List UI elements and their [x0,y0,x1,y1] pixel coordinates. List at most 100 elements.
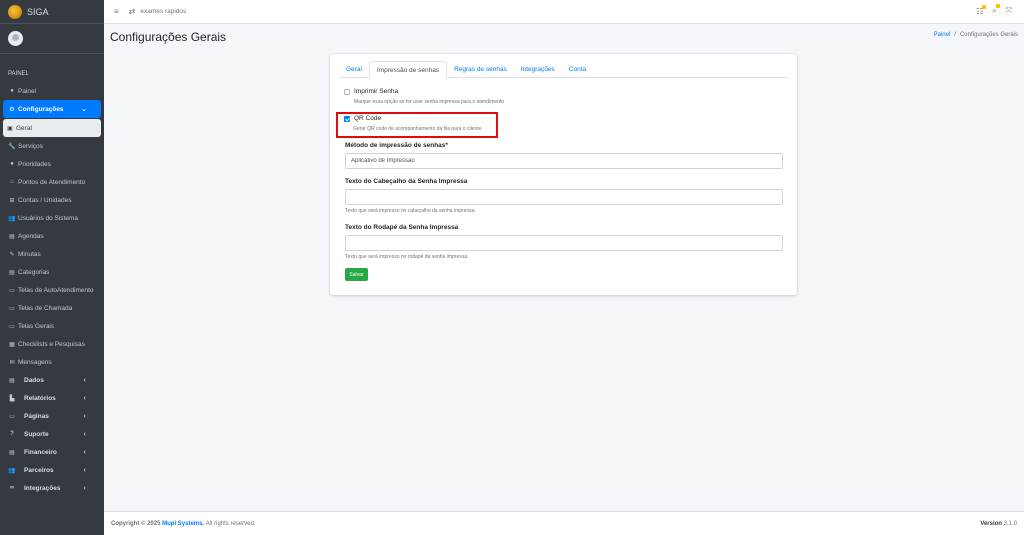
sidebar-item-configuracoes[interactable]: ⚙ Configurações ⌄ [3,100,101,118]
sidebar-item-telas-autoatendimento[interactable]: ▭ Telas de AutoAtendimento [0,281,104,299]
sidebar-group-relatorios[interactable]: ▙ Relatórios ‹ [0,389,104,407]
brand[interactable]: SIGA [0,0,104,24]
sidebar-item-painel[interactable]: ● Painel [0,82,104,100]
print-ticket-help: Marque essa opção se for usar senha impr… [354,99,505,105]
qr-code-label: QR Code [354,115,382,122]
sidebar-item-label: Pontos de Atendimento [18,178,86,186]
print-method-select[interactable] [345,153,783,169]
sidebar-group-financeiro[interactable]: ▤ Financeiro ‹ [0,443,104,461]
qr-code-checkbox[interactable] [344,115,350,122]
chart-icon: ▙ [9,395,15,402]
tab-conta[interactable]: Conta [562,61,593,78]
sidebar-item-label: Painel [18,87,37,95]
sidebar-group-label: Suporte [24,430,49,438]
sidebar-group-parceiros[interactable]: 👥 Parceiros ‹ [0,461,104,479]
brand-logo-icon [8,4,22,19]
sidebar-item-prioridades[interactable]: ● Prioridades [0,155,104,173]
tab-regras-senhas[interactable]: Regras de senhas [447,61,514,78]
database-icon: ▤ [9,377,15,384]
calendar-icon: ▤ [9,233,15,240]
sidebar-item-label: Serviços [18,142,43,150]
chevron-left-icon: ‹ [83,430,86,438]
sidebar-group-integracoes[interactable]: ∞ Integrações ‹ [0,479,104,497]
sidebar-item-label: Mensagens [18,358,52,366]
table-icon: ▦ [9,341,15,348]
header-text-help: Texto que será impresso no cabeçalho da … [345,208,476,214]
sidebar-group-label: Parceiros [24,466,54,474]
page-title: Configurações Gerais [110,30,227,44]
sidebar-group-label: Dados [24,376,44,384]
breadcrumb-home[interactable]: Painel [934,32,951,38]
company-link[interactable]: Mupi Systems. [162,521,204,527]
version-info: Version 3.1.0 [980,521,1017,527]
tab-impressao-senhas[interactable]: Impressão de senhas [368,61,448,79]
version-label: Version [980,521,1002,527]
sidebar-group-dados[interactable]: ▤ Dados ‹ [0,371,104,389]
chevron-down-icon: ⌄ [81,106,87,113]
breadcrumb: Painel / Configurações Gerais [934,32,1018,38]
qr-search-icon[interactable]: ⌕ [992,4,1000,16]
notification-badge [982,4,987,9]
header-text-input[interactable] [345,189,783,205]
sidebar-item-label: Checklists e Pesquisas [18,340,85,348]
print-ticket-checkbox-row[interactable]: Imprimir Senha [344,88,398,95]
sidebar-group-label: Integrações [24,484,61,492]
navbar-right: ☷ ⌕ ⤧ [976,4,1012,16]
nav-header: PAINEL [8,71,29,77]
fullscreen-icon[interactable]: ⤧ [1006,6,1012,16]
sidebar-item-pontos[interactable]: ⌂ Pontos de Atendimento [0,173,104,191]
qr-code-checkbox-row[interactable]: QR Code [344,115,381,122]
version-number: 3.1.0 [1003,521,1017,527]
sidebar-item-telas-chamada[interactable]: ▭ Telas de Chamada [0,299,104,317]
chevron-left-icon: ‹ [83,394,86,402]
sidebar-item-label: Categorias [18,268,50,276]
swap-icon[interactable]: ⇄ [129,7,136,16]
sidebar-item-agendas[interactable]: ▤ Agendas [0,227,104,245]
envelope-icon: ✉ [9,359,15,366]
monitor-icon: ▭ [9,323,15,330]
sidebar-item-mensagens[interactable]: ✉ Mensagens [0,353,104,371]
users-icon: 👥 [8,215,16,222]
list-icon: ▤ [9,269,15,276]
sidebar-item-contas[interactable]: ⊞ Contas / Unidades [0,191,104,209]
monitor-icon: ▭ [9,287,15,294]
sidebar-item-usuarios[interactable]: 👥 Usuários do Sistema [0,209,104,227]
avatar[interactable] [8,31,23,46]
tab-integracoes[interactable]: Integrações [514,61,562,78]
tasks-icon[interactable]: ☷ [976,4,987,16]
gears-icon: ⚙ [9,106,15,113]
sidebar-group-suporte[interactable]: ? Suporte ‹ [0,425,104,443]
print-ticket-checkbox[interactable] [344,88,350,95]
sidebar-item-label: Telas de Chamada [18,304,73,312]
breadcrumb-current: Configurações Gerais [959,32,1018,38]
sidebar-group-paginas[interactable]: ▭ Páginas ‹ [0,407,104,425]
sidebar-item-categorias[interactable]: ▤ Categorias [0,263,104,281]
sidebar-item-checklists[interactable]: ▦ Checklists e Pesquisas [0,335,104,353]
sidebar-item-telas-gerais[interactable]: ▭ Telas Gerais [0,317,104,335]
sidebar-item-label: Configurações [18,105,64,113]
sidebar-group-label: Relatórios [24,394,56,402]
chevron-left-icon: ‹ [83,484,86,492]
printer-icon: ▣ [7,125,13,132]
chevron-left-icon: ‹ [83,412,86,420]
sidebar-item-geral[interactable]: ▣ Geral [3,119,101,137]
save-button[interactable]: Salvar [345,268,368,281]
header-text-label: Texto do Cabeçalho da Senha Impressa [345,178,468,185]
users-icon: 👥 [8,467,16,474]
sidebar-item-label: Telas de AutoAtendimento [18,286,94,294]
menu-toggle-icon[interactable]: ≡ [114,7,119,16]
footer-text-input[interactable] [345,235,783,251]
copyright-prefix: Copyright © 2025 [111,521,161,527]
desktop-icon: ▭ [9,413,15,420]
account-switch-link[interactable]: exames rapidos [140,8,186,15]
receipt-icon: ▤ [9,449,15,456]
tab-geral[interactable]: Geral [339,61,369,78]
footer-text-label: Texto do Rodapé da Senha Impressa [345,224,459,231]
home-icon: ⌂ [10,179,14,185]
monitor-icon: ▭ [9,305,15,312]
sidebar-item-label: Minutas [18,250,41,258]
chevron-left-icon: ‹ [83,448,86,456]
chevron-left-icon: ‹ [83,466,86,474]
sidebar-item-servicos[interactable]: 🔧 Serviços [0,137,104,155]
sidebar-item-minutas[interactable]: ✎ Minutas [0,245,104,263]
